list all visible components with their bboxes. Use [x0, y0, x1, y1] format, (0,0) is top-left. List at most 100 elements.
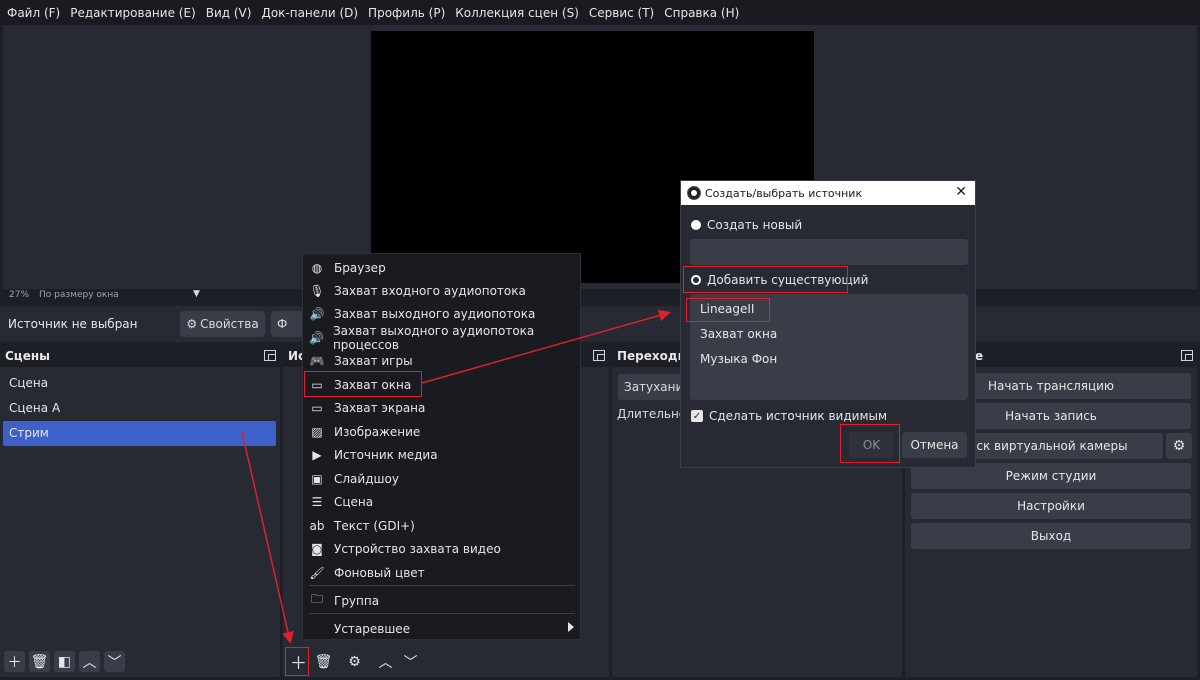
menu-item[interactable]: Коллекция сцен (S) [450, 6, 584, 20]
preview-area[interactable] [3, 25, 1197, 289]
menu-item-label: Захват экрана [334, 400, 426, 415]
play-icon: ▶ [312, 447, 322, 462]
filter-icon[interactable]: ◧ [54, 651, 75, 672]
menu-item[interactable]: ▨ Изображение [303, 420, 580, 443]
menu-item-label: Изображение [334, 424, 421, 439]
chevron-right-icon [568, 622, 574, 632]
menu-item[interactable]: Сервис (T) [584, 6, 659, 20]
menu-item[interactable]: Файл (F) [2, 6, 65, 20]
gear-icon[interactable]: ⚙ [344, 651, 365, 672]
radio-icon [691, 220, 701, 230]
existing-source-item[interactable]: Музыка Фон [700, 352, 777, 366]
no-source-label: Источник не выбран [8, 317, 138, 331]
scene-item[interactable]: Стрим [3, 421, 276, 446]
menu-item-label: Слайдшоу [334, 471, 399, 486]
scenes-dock: Сцены Сцена Сцена А Стрим ＋ 🗑 ◧ ︿ ﹀ [0, 345, 280, 677]
text-icon: ab [309, 518, 325, 533]
menu-separator [309, 585, 575, 586]
undock-icon[interactable] [264, 350, 276, 361]
folder-icon: 🗀 [310, 592, 323, 606]
menu-bar: Файл (F) Редактирование (E) Вид (V) Док-пан… [0, 0, 1200, 25]
chevron-up-icon[interactable]: ︿ [375, 651, 396, 672]
undock-icon[interactable] [593, 350, 605, 361]
menu-item[interactable]: 🔊 Захват выходного аудиопотока процессов [303, 323, 580, 352]
scene-list: Сцена Сцена А Стрим [3, 371, 276, 446]
chevron-down-icon[interactable]: ﹀ [400, 651, 421, 672]
menu-item[interactable]: ▭ Захват экрана [303, 396, 580, 419]
menu-item[interactable]: ab Текст (GDI+) [303, 514, 580, 537]
menu-item[interactable]: 🖌 Фоновый цвет [303, 561, 580, 584]
gear-icon: ⚙ [186, 317, 198, 331]
create-new-radio[interactable]: Создать новый [691, 218, 802, 232]
create-select-source-dialog: Создать/выбрать источник ✕ Создать новый… [680, 180, 976, 468]
menu-item[interactable]: ▣ Слайдшоу [303, 467, 580, 490]
chevron-down-icon[interactable]: ▼ [193, 289, 200, 299]
menu-item[interactable]: ☰ Сцена [303, 490, 580, 513]
undock-icon[interactable] [1181, 350, 1193, 361]
scenes-toolbar: ＋ 🗑 ◧ ︿ ﹀ [4, 651, 125, 672]
menu-item[interactable]: Профиль (P) [363, 6, 450, 20]
make-visible-label: Сделать источник видимым [709, 409, 888, 423]
speaker-icon: 🔊 [309, 330, 324, 345]
highlight-box-lineage [686, 298, 770, 322]
menu-item[interactable]: ◍ Браузер [303, 256, 580, 279]
properties-button[interactable]: ⚙ Свойства [180, 311, 265, 337]
menu-item-label: Браузер [334, 260, 386, 275]
menu-item[interactable]: Редактирование (E) [65, 6, 200, 20]
menu-item[interactable]: 🎮 Захват игры [303, 349, 580, 372]
gear-icon[interactable]: ⚙ [1166, 433, 1192, 459]
menu-item[interactable]: ◙ Устройство захвата видео [303, 537, 580, 560]
menu-item[interactable]: 🗀 Группа [303, 589, 580, 612]
microphone-icon: 🎙 [309, 283, 325, 298]
slideshow-icon: ▣ [311, 471, 323, 486]
scene-item[interactable]: Сцена [3, 371, 276, 396]
make-visible-checkbox[interactable]: ✓ Сделать источник видимым [691, 409, 887, 423]
image-icon: ▨ [311, 424, 323, 439]
menu-item-label: Устаревшее [334, 621, 411, 636]
menu-item[interactable]: 🔊 Захват выходного аудиопотока [303, 302, 580, 325]
menu-item[interactable]: Док-панели (D) [256, 6, 363, 20]
highlight-box-add-existing [683, 266, 848, 293]
menu-item-label: Захват выходного аудиопотока процессов [332, 323, 535, 352]
dialog-title: Создать/выбрать источник [705, 186, 863, 200]
settings-button[interactable]: Настройки [911, 493, 1191, 519]
menu-item-label: Захват игры [334, 353, 413, 368]
menu-item-label: Захват входного аудиопотока [334, 283, 526, 298]
menu-item[interactable]: Справка (H) [659, 6, 744, 20]
dock-title-scenes: Сцены [0, 345, 280, 367]
brush-icon: 🖌 [309, 565, 325, 580]
source-name-input[interactable] [690, 239, 968, 265]
chevron-up-icon[interactable]: ︿ [79, 651, 100, 672]
scale-mode[interactable]: По размеру окна [39, 290, 119, 300]
obs-logo-icon [687, 186, 701, 200]
add-scene-button[interactable]: ＋ [4, 651, 25, 672]
menu-item[interactable]: Устаревшее [303, 617, 580, 640]
checkbox-icon: ✓ [691, 410, 703, 422]
create-new-label: Создать новый [707, 218, 803, 232]
filters-label: Ф [277, 317, 288, 331]
globe-icon: ◍ [311, 260, 323, 275]
close-icon[interactable]: ✕ [955, 184, 967, 200]
scenes-title: Сцены [5, 349, 50, 363]
menu-item-label: Источник медиа [334, 447, 438, 462]
add-source-menu: ◍ Браузер 🎙 Захват входного аудиопотока 🔊 Зах… [302, 253, 581, 640]
exit-button[interactable]: Выход [911, 523, 1191, 549]
speaker-icon: 🔊 [309, 306, 325, 321]
gamepad-icon: 🎮 [309, 353, 325, 368]
zoom-bar: 27% По размеру окна ▼ [3, 289, 1197, 303]
camera-icon: ◙ [311, 541, 323, 556]
menu-item[interactable]: 🎙 Захват входного аудиопотока [303, 279, 580, 302]
menu-item[interactable]: ▶ Источник медиа [303, 443, 580, 466]
trash-icon[interactable]: 🗑 [313, 651, 334, 672]
trash-icon[interactable]: 🗑 [29, 651, 50, 672]
menu-item-label: Группа [334, 593, 380, 608]
existing-source-item[interactable]: Захват окна [700, 327, 777, 341]
scene-item[interactable]: Сцена А [3, 396, 276, 421]
monitor-icon: ▭ [311, 400, 323, 415]
menu-separator [309, 613, 575, 614]
cancel-button[interactable]: Отмена [902, 432, 967, 458]
menu-item[interactable]: Вид (V) [201, 6, 257, 20]
menu-item-label: Текст (GDI+) [334, 518, 415, 533]
menu-item-label: Сцена [334, 494, 374, 509]
chevron-down-icon[interactable]: ﹀ [104, 651, 125, 672]
